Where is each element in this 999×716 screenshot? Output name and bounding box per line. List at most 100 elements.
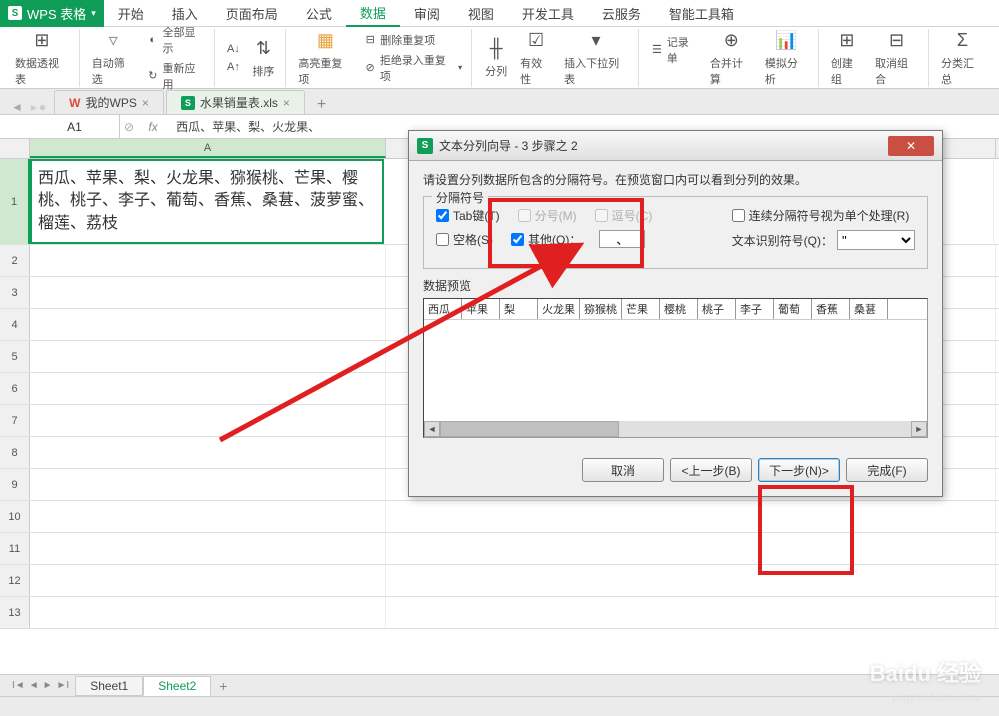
tab-checkbox[interactable]: Tab键(T) xyxy=(436,207,500,224)
sort-icon: ⇅ xyxy=(251,37,275,61)
menu-tab-cloud[interactable]: 云服务 xyxy=(588,0,655,27)
doctab-mywps[interactable]: W 我的WPS × xyxy=(54,90,164,114)
doctab-file[interactable]: S 水果销量表.xls × xyxy=(166,90,305,114)
menu-tab-review[interactable]: 审阅 xyxy=(400,0,454,27)
row-header-5[interactable]: 5 xyxy=(0,341,30,372)
highlight-dup-button[interactable]: ▦ 高亮重复项 xyxy=(294,27,356,89)
sort-desc-button[interactable]: A↑ xyxy=(223,59,243,75)
sheet-file-icon: S xyxy=(181,96,195,110)
consolidate-icon: ⊕ xyxy=(719,29,743,53)
preview-cell: 樱桃 xyxy=(660,299,698,319)
menu-tab-layout[interactable]: 页面布局 xyxy=(212,0,292,27)
scroll-right-icon[interactable]: ► xyxy=(911,421,927,437)
text-to-columns-button[interactable]: ╫ 分列 xyxy=(480,35,512,81)
autofilter-button[interactable]: ▿ 自动筛选 xyxy=(88,27,139,89)
menu-tab-dev[interactable]: 开发工具 xyxy=(508,0,588,27)
scroll-left-icon[interactable]: ◄ xyxy=(424,421,440,437)
subtotal-icon: Σ xyxy=(951,29,975,53)
menu-tab-view[interactable]: 视图 xyxy=(454,0,508,27)
row-header-7[interactable]: 7 xyxy=(0,405,30,436)
row-header-10[interactable]: 10 xyxy=(0,501,30,532)
menu-tab-formula[interactable]: 公式 xyxy=(292,0,346,27)
reapply-icon: ↻ xyxy=(146,69,160,83)
dialog-title: 文本分列向导 - 3 步骤之 2 xyxy=(439,137,882,154)
fx-icon[interactable]: fx xyxy=(140,120,166,134)
menu-tab-smart[interactable]: 智能工具箱 xyxy=(655,0,748,27)
document-tabs: ◄ ▸ ● W 我的WPS × S 水果销量表.xls × + xyxy=(0,89,999,115)
cancel-button[interactable]: 取消 xyxy=(582,458,664,482)
add-sheet-button[interactable]: + xyxy=(211,678,235,694)
pivot-label: 数据透视表 xyxy=(15,55,69,87)
dialog-close-button[interactable]: ✕ xyxy=(888,136,934,156)
whatif-button[interactable]: 📊 模拟分析 xyxy=(761,27,812,89)
space-checkbox[interactable]: 空格(S) xyxy=(436,231,493,248)
sort-button[interactable]: ⇅ 排序 xyxy=(247,35,279,81)
other-checkbox[interactable]: 其他(O)： xyxy=(511,231,581,248)
delimiter-legend: 分隔符号 xyxy=(432,189,488,206)
subtotal-button[interactable]: Σ 分类汇总 xyxy=(937,27,988,89)
scroll-thumb[interactable] xyxy=(440,421,619,437)
close-icon[interactable]: × xyxy=(142,96,149,110)
app-dropdown-icon[interactable]: ▾ xyxy=(91,8,96,19)
sort-asc-button[interactable]: A↓ xyxy=(223,41,243,57)
validation-button[interactable]: ☑ 有效性 xyxy=(516,27,556,89)
record-form-button[interactable]: ☰记录单 xyxy=(647,33,702,67)
group-button[interactable]: ⊞ 创建组 xyxy=(827,27,867,89)
name-box[interactable]: A1 xyxy=(30,115,120,138)
doc-nav-back[interactable]: ◄ xyxy=(5,100,29,114)
cell-a1[interactable]: 西瓜、苹果、梨、火龙果、猕猴桃、芒果、樱桃、桃子、李子、葡萄、香蕉、桑葚、菠萝蜜… xyxy=(30,159,384,244)
reject-dup-button[interactable]: ⊘拒绝录入重复项▾ xyxy=(360,51,465,85)
sheet-last-icon[interactable]: ►I xyxy=(57,680,70,691)
menu-tab-data[interactable]: 数据 xyxy=(346,0,400,27)
select-all-corner[interactable] xyxy=(0,139,30,158)
delimiter-fieldset: 分隔符号 Tab键(T) 分号(M) 逗号(C) 空格(S) 其他(O)： 连 xyxy=(423,196,928,269)
reapply-button[interactable]: ↻重新应用 xyxy=(143,59,209,93)
showall-button[interactable]: ◐全部显示 xyxy=(143,23,209,57)
comma-checkbox[interactable]: 逗号(C) xyxy=(595,207,653,224)
add-doctab-button[interactable]: + xyxy=(307,96,336,114)
next-button[interactable]: 下一步(N)> xyxy=(758,458,840,482)
split-icon: ╫ xyxy=(484,37,508,61)
semicolon-checkbox[interactable]: 分号(M) xyxy=(518,207,577,224)
wps-logo-icon: W xyxy=(69,96,80,110)
consolidate-button[interactable]: ⊕ 合并计算 xyxy=(706,27,757,89)
consecutive-checkbox[interactable]: 连续分隔符号视为单个处理(R) xyxy=(732,207,915,224)
row-header-8[interactable]: 8 xyxy=(0,437,30,468)
preview-cell: 葡萄 xyxy=(774,299,812,319)
sheet-next-icon[interactable]: ► xyxy=(43,680,53,691)
row-header-3[interactable]: 3 xyxy=(0,277,30,308)
preview-scrollbar[interactable]: ◄ ► xyxy=(424,421,927,437)
row-header-6[interactable]: 6 xyxy=(0,373,30,404)
row-header-12[interactable]: 12 xyxy=(0,565,30,596)
pivot-table-button[interactable]: ⊞ 数据透视表 xyxy=(11,27,73,89)
col-header-a[interactable]: A xyxy=(30,139,386,158)
fx-reject-icon[interactable]: ⊘ xyxy=(124,120,134,134)
app-name: WPS 表格 xyxy=(27,4,86,23)
row-header-1[interactable]: 1 xyxy=(0,159,30,244)
text-qualifier-select[interactable]: " xyxy=(837,230,915,250)
finish-button[interactable]: 完成(F) xyxy=(846,458,928,482)
close-icon[interactable]: × xyxy=(283,96,290,110)
row-header-13[interactable]: 13 xyxy=(0,597,30,628)
sheet-prev-icon[interactable]: ◄ xyxy=(29,680,39,691)
row-header-9[interactable]: 9 xyxy=(0,469,30,500)
dialog-titlebar[interactable]: S 文本分列向导 - 3 步骤之 2 ✕ xyxy=(409,131,942,161)
remove-dup-button[interactable]: ⊟删除重复项 xyxy=(360,31,465,49)
dialog-app-icon: S xyxy=(417,138,433,154)
row-header-4[interactable]: 4 xyxy=(0,309,30,340)
ribbon: ⊞ 数据透视表 ▿ 自动筛选 ◐全部显示 ↻重新应用 A↓ A↑ ⇅ 排序 ▦ … xyxy=(0,27,999,89)
sheet-tab-2[interactable]: Sheet2 xyxy=(143,676,211,696)
ungroup-button[interactable]: ⊟ 取消组合 xyxy=(871,27,922,89)
sheet-bar: I◄ ◄ ► ►I Sheet1 Sheet2 + xyxy=(0,674,999,696)
other-delimiter-input[interactable] xyxy=(599,230,645,248)
row-header-2[interactable]: 2 xyxy=(0,245,30,276)
preview-cell: 梨 xyxy=(500,299,538,319)
sheet-nav[interactable]: I◄ ◄ ► ►I xyxy=(6,680,75,691)
filter-icon: ▿ xyxy=(101,29,125,53)
back-button[interactable]: <上一步(B) xyxy=(670,458,752,482)
sheet-first-icon[interactable]: I◄ xyxy=(12,680,25,691)
preview-cell: 桃子 xyxy=(698,299,736,319)
row-header-11[interactable]: 11 xyxy=(0,533,30,564)
sheet-tab-1[interactable]: Sheet1 xyxy=(75,676,143,696)
insert-dropdown-button[interactable]: ▾ 插入下拉列表 xyxy=(560,27,632,89)
